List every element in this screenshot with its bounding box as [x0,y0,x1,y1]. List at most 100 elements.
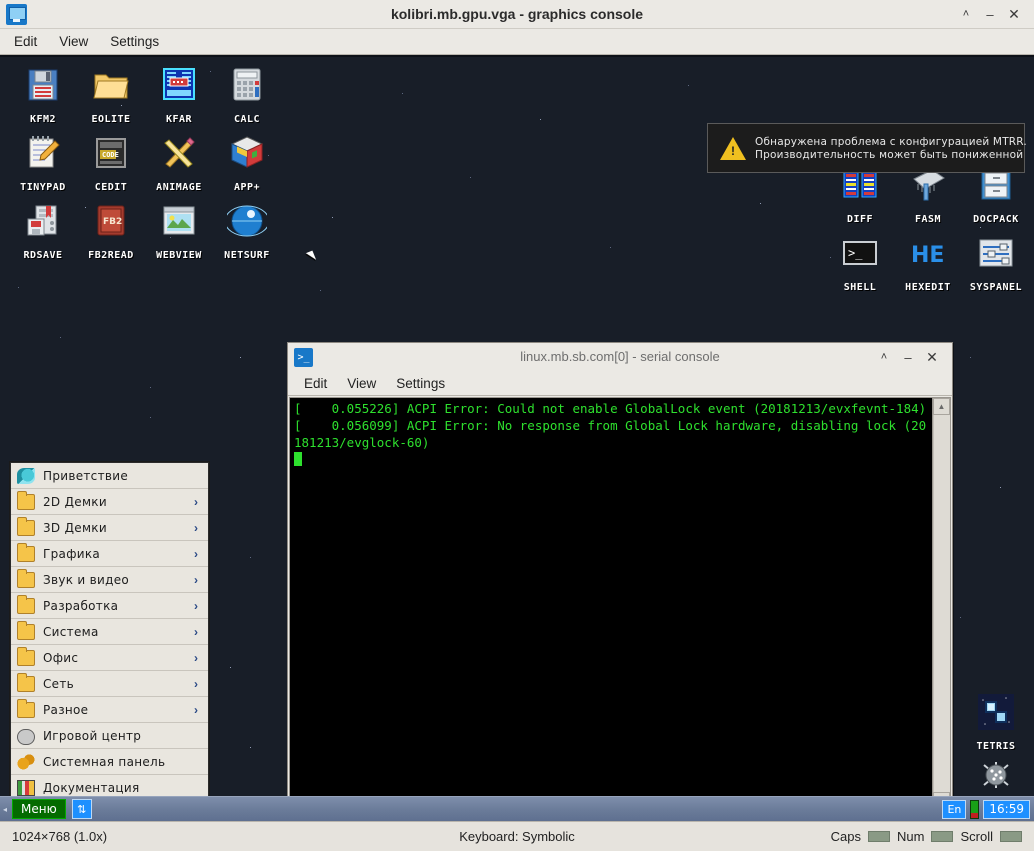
minimize-button[interactable]: – [979,3,1001,25]
start-menu-item-label: Разработка [43,598,119,613]
menu-settings[interactable]: Settings [110,34,159,49]
svg-text:CODE: CODE [102,151,119,159]
start-menu-item-7[interactable]: Офис › [11,645,208,671]
desktop-icon-label: EOLITE [91,114,131,125]
desktop-icon-rdsave[interactable]: RDSAVE [6,201,80,263]
window-controls: ˄ – ✕ [955,3,1034,25]
start-menu-item-8[interactable]: Сеть › [11,671,208,697]
submenu-chevron-icon: › [194,676,198,691]
desktop-icon-label: SHELL [843,282,877,293]
desktop-icon-tinypad[interactable]: TINYPAD [6,133,80,195]
desktop-icon-label: KFAR [165,114,193,125]
serial-console-window[interactable]: >_ linux.mb.sb.com[0] - serial console ˄… [287,342,953,812]
language-indicator[interactable]: En [942,799,967,819]
caps-label: Caps [830,829,862,844]
console-close-button[interactable]: ✕ [921,346,943,368]
led-indicators: Caps Num Scroll [831,829,1022,844]
desktop-icon-label: SYSPANEL [969,282,1023,293]
kolibri-desktop[interactable]: KFM2 EOLITE KFAR CALC TINYPAD CODE CEDIT… [0,55,1034,821]
console-minimize-button[interactable]: – [897,346,919,368]
statusbar: 1024×768 (1.0x) Keyboard: Symbolic Caps … [0,821,1034,851]
desktop-icon-label: HEXEDIT [905,282,951,293]
taskbar-tray: En 16:59 [942,799,1034,819]
console-shade-button[interactable]: ˄ [873,346,895,368]
desktop-icon-kfar[interactable]: KFAR [142,65,216,127]
desktop-icon-webview[interactable]: WEBVIEW [142,201,216,263]
desktop-icon-animage[interactable]: ANIMAGE [142,133,216,195]
submenu-chevron-icon: › [194,650,198,665]
pencil-ruler-icon [159,133,199,173]
start-menu-item-4[interactable]: Звук и видео › [11,567,208,593]
start-menu-item-label: 3D Демки [43,520,107,535]
submenu-chevron-icon: › [194,520,198,535]
folder-icon [17,542,35,562]
num-label: Num [897,829,925,844]
calculator-icon [227,65,267,105]
desktop-icon-fb2read[interactable]: FB2 FB2READ [74,201,148,263]
hummingbird-icon [17,467,35,484]
start-menu-item-10[interactable]: Игровой центр [11,723,208,749]
start-menu-item-5[interactable]: Разработка › [11,593,208,619]
desktop-icon-fasm[interactable]: FASM [891,165,965,227]
start-menu-item-0[interactable]: Приветствие [11,463,208,489]
desktop-icon-diff[interactable]: DIFF [823,165,897,227]
kolibri-taskbar[interactable]: ◂ Меню ⇅ En 16:59 [0,796,1034,821]
menu-edit[interactable]: Edit [14,34,37,49]
desktop-icon-shell[interactable]: >_ SHELL [823,233,897,295]
page-title: kolibri.mb.gpu.vga - graphics console [390,6,644,22]
desktop-icon-label: WEBVIEW [156,250,202,261]
taskbar-collapse-icon[interactable]: ◂ [0,797,10,822]
console-menu-edit[interactable]: Edit [304,376,327,391]
desktop-icon-hexedit[interactable]: HE HEXEDIT [891,233,965,295]
shade-button[interactable]: ˄ [955,3,977,25]
scrollbar-track[interactable] [933,415,950,792]
clock[interactable]: 16:59 [983,799,1030,819]
file-manager-icon [159,65,199,105]
desktop-icon-cedit[interactable]: CODE CEDIT [74,133,148,195]
start-menu-item-label: Приветствие [43,468,129,483]
desktop-icon-docpack[interactable]: DOCPACK [959,165,1033,227]
desktop-icon-calc[interactable]: CALC [210,65,284,127]
desktop-icon-netsurf[interactable]: NETSURF [210,201,284,263]
desktop-icon-tetris[interactable]: TETRIS [959,692,1033,754]
console-titlebar: >_ linux.mb.sb.com[0] - serial console ˄… [288,343,952,371]
start-menu-item-3[interactable]: Графика › [11,541,208,567]
monitor-icon [6,3,27,25]
battery-icon[interactable] [970,799,980,819]
start-menu-item-6[interactable]: Система › [11,619,208,645]
minesweeper-mine-icon [976,762,1016,788]
start-menu-item-9[interactable]: Разное › [11,697,208,723]
console-menu-view[interactable]: View [347,376,376,391]
rubiks-cube-icon [227,133,267,173]
mouse-cursor [305,250,317,263]
notepad-pencil-icon [23,133,63,173]
folder-icon [91,65,131,105]
folder-icon [17,568,35,588]
desktop-icon-kfm2[interactable]: KFM2 [6,65,80,127]
start-menu[interactable]: Приветствие 2D Демки › 3D Демки › Графика › Зву… [9,461,210,821]
start-menu-item-label: Документация [43,780,140,795]
window-swap-button[interactable]: ⇅ [71,799,92,819]
desktop-icon-label: RDSAVE [23,250,63,261]
close-button[interactable]: ✕ [1003,3,1025,25]
start-menu-item-1[interactable]: 2D Демки › [11,489,208,515]
console-window-controls: ˄ – ✕ [873,346,952,368]
console-scrollbar[interactable]: ▲ ▼ [932,398,950,809]
console-body[interactable]: [ 0.055226] ACPI Error: Could not enable… [289,397,951,810]
menu-view[interactable]: View [59,34,88,49]
scroll-up-button[interactable]: ▲ [933,398,950,415]
folder-icon [17,698,35,718]
svg-text:HE: HE [911,243,944,268]
desktop-icon-syspanel[interactable]: SYSPANEL [959,233,1033,295]
start-menu-item-label: Система [43,624,99,639]
start-menu-item-11[interactable]: Системная панель [11,749,208,775]
mtrr-warning-notification[interactable]: Обнаружена проблема с конфигурацией MTRR… [707,123,1027,173]
desktop-icon-appplus[interactable]: APP+ [210,133,284,195]
start-menu-button[interactable]: Меню [12,799,66,819]
console-output[interactable]: [ 0.055226] ACPI Error: Could not enable… [290,398,932,809]
console-menu-settings[interactable]: Settings [396,376,445,391]
start-menu-item-2[interactable]: 3D Демки › [11,515,208,541]
start-menu-item-label: Разное [43,702,89,717]
desktop-icon-eolite[interactable]: EOLITE [74,65,148,127]
desktop-icon-label: DOCPACK [973,214,1019,225]
